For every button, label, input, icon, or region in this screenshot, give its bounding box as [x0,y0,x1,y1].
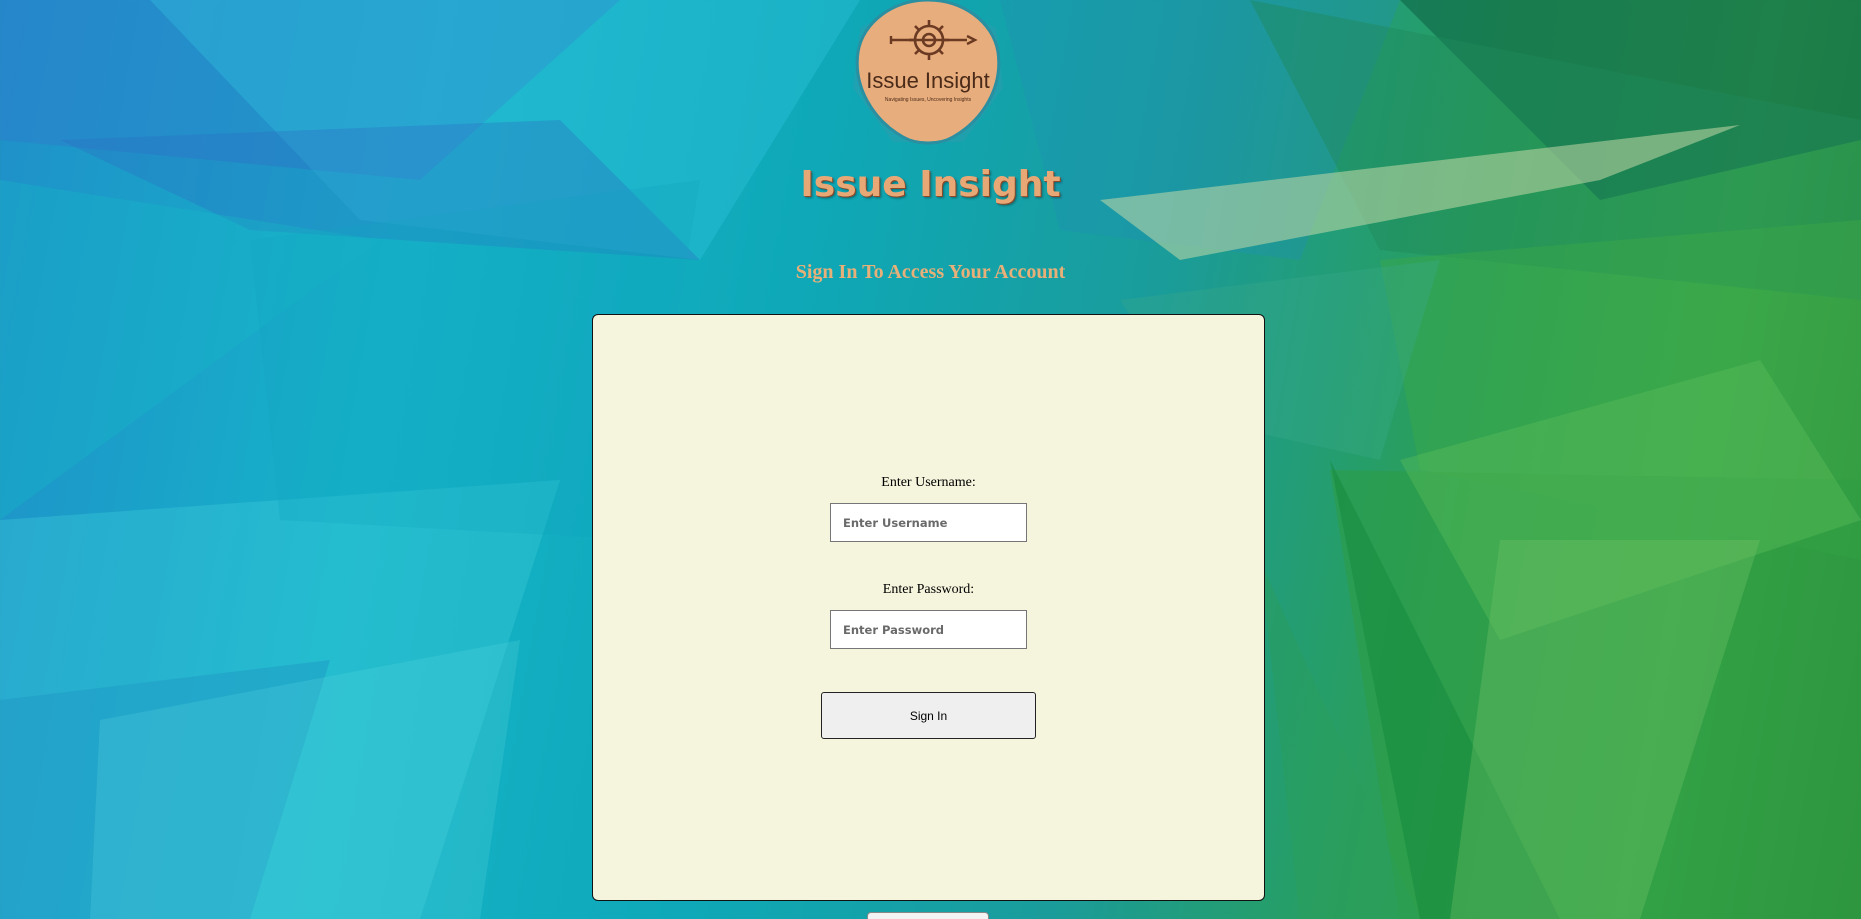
secondary-button[interactable] [867,912,989,919]
password-input[interactable] [830,610,1027,649]
password-label: Enter Password: [882,582,975,597]
brand-title: Issue Insight [800,164,1061,205]
logo-text: Issue Insight [866,68,990,93]
logo-badge: Issue Insight Navigating Issues, Uncover… [843,0,1013,152]
sign-in-button[interactable]: Sign In [821,692,1036,739]
page-subtitle: Sign In To Access Your Account [795,261,1066,283]
gear-pencil-hexagon-icon: Issue Insight Navigating Issues, Uncover… [853,0,1003,145]
login-card: Enter Username: Enter Password: Sign In [592,314,1265,901]
username-input[interactable] [830,503,1027,542]
username-label: Enter Username: [881,475,976,490]
logo-tagline: Navigating Issues, Uncovering Insights [885,97,972,103]
